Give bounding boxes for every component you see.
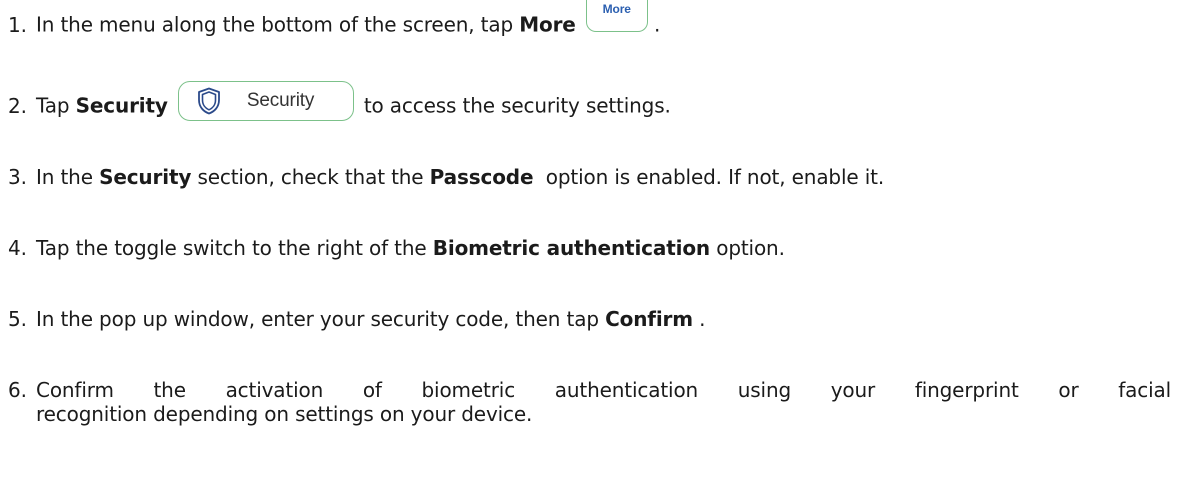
step-number: 3. [8, 165, 27, 189]
step-text: In the [36, 165, 100, 189]
step-bold: Confirm [605, 307, 693, 331]
step-bold-passcode: Passcode [429, 165, 534, 189]
step-text-after: option is enabled. If not, enable it. [533, 165, 885, 189]
step-4: 4. Tap the toggle switch to the right of … [8, 235, 1171, 261]
step-bold: More [519, 12, 576, 37]
step-text: Tap the toggle switch to the right of th… [36, 236, 433, 260]
step-text-after: . [653, 12, 661, 37]
step-text-after: . [692, 307, 706, 331]
step-6-line2: recognition depending on settings on you… [36, 402, 533, 426]
step-number: 1. [8, 12, 27, 37]
step-text-mid: section, check that the [191, 165, 430, 189]
shield-icon [197, 87, 220, 115]
step-bold: Biometric authentication [432, 236, 711, 260]
step-number: 2. [8, 93, 27, 118]
step-2: 2. Tap Security Security to access the secu… [8, 81, 1171, 127]
step-text-line1: Confirm the activation of biometric auth… [36, 378, 1171, 402]
step-5: 5. In the pop up window, enter your secur… [8, 306, 1171, 332]
step-text: In the menu along the bottom of the scre… [36, 12, 520, 37]
step-number: 6. [8, 378, 27, 402]
step-bold-security: Security [99, 165, 192, 189]
step-text: In the pop up window, enter your securit… [36, 307, 606, 331]
security-button-label: Security [246, 90, 315, 111]
step-bold: Security [75, 93, 168, 118]
step-6: 6. Confirm the activation of biometric au… [8, 377, 1171, 403]
more-button-image: More [585, 0, 648, 32]
more-button-label: More [602, 2, 631, 16]
step-3: 3. In the Security section, check that th… [8, 164, 1171, 190]
step-text-after: option. [710, 236, 785, 260]
step-number: 5. [8, 307, 27, 331]
step-number: 4. [8, 236, 27, 260]
step-text-after: to access the security settings. [363, 93, 671, 118]
step-text: Tap [36, 93, 76, 118]
security-button-image: Security [177, 81, 354, 121]
step-1: 1. In the menu along the bottom of the sc… [8, 0, 1171, 42]
